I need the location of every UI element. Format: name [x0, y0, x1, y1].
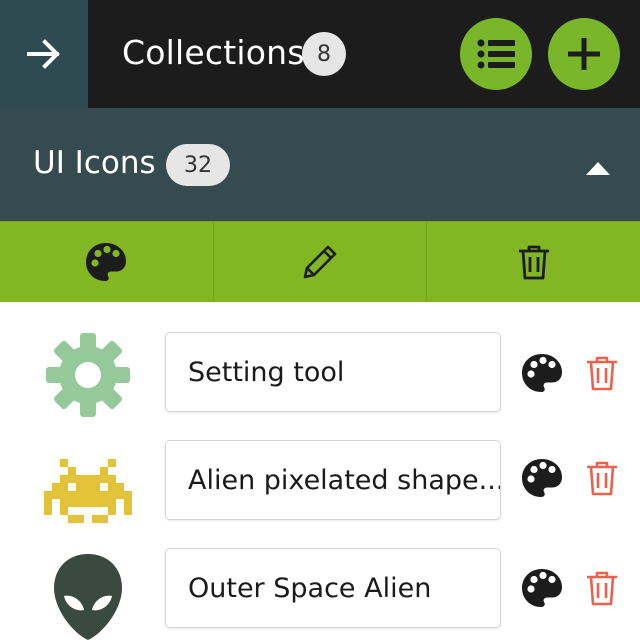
back-button[interactable] [0, 0, 88, 108]
palette-icon[interactable] [520, 566, 564, 610]
list-view-button[interactable] [460, 18, 532, 90]
list-item: Outer Space Alien [0, 536, 640, 640]
toolbar-color-button[interactable] [0, 222, 214, 302]
palette-icon[interactable] [520, 351, 564, 395]
toolbar-delete-button[interactable] [427, 222, 640, 302]
caret-up-icon[interactable] [586, 161, 610, 175]
collection-header[interactable]: UI Icons 32 [0, 108, 640, 221]
toolbar-edit-button[interactable] [214, 222, 428, 302]
collection-title: UI Icons [33, 145, 156, 181]
palette-icon [86, 243, 127, 281]
plus-icon [568, 38, 600, 70]
trash-icon [518, 245, 549, 280]
trash-icon[interactable] [586, 355, 618, 391]
list-icon [477, 39, 515, 69]
arrow-right-icon [27, 39, 60, 69]
list-item: Alien pixelated shape... [0, 428, 640, 536]
pencil-icon [303, 245, 337, 279]
icon-name-field[interactable]: Setting tool [165, 332, 501, 412]
list-item: Setting tool [0, 320, 640, 428]
collection-toolbar [0, 221, 640, 302]
icon-name-field[interactable]: Outer Space Alien [165, 548, 501, 628]
add-collection-button[interactable] [548, 18, 620, 90]
top-bar: Collections 8 [0, 0, 640, 108]
palette-icon[interactable] [520, 456, 564, 500]
collection-count-badge: 32 [166, 144, 230, 186]
alien-head-icon [54, 554, 122, 640]
icon-name-field[interactable]: Alien pixelated shape... [165, 440, 501, 520]
trash-icon[interactable] [586, 570, 618, 606]
collections-count-badge: 8 [302, 32, 346, 76]
space-invader-icon [44, 459, 132, 523]
page-title: Collections [122, 33, 305, 72]
gear-icon [46, 333, 130, 417]
trash-icon[interactable] [586, 460, 618, 496]
